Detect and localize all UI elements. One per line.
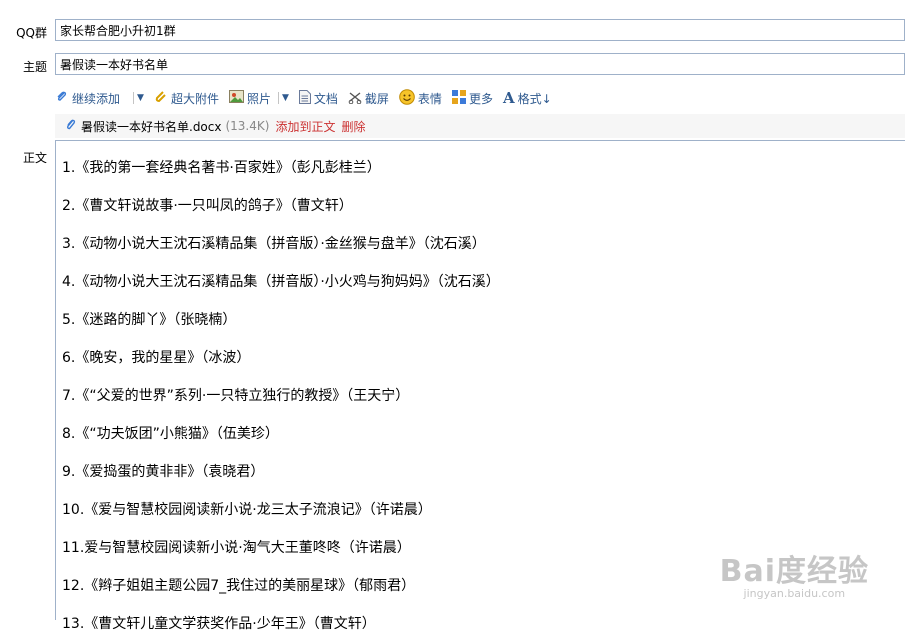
emoticon-label: 表情 [417,91,442,106]
add-attachment-label: 继续添加 [72,91,121,106]
subject-field[interactable] [55,53,905,75]
chevron-down-icon[interactable]: ▼ [137,93,144,103]
document-icon [298,89,311,107]
list-item: 5.《迷路的脚丫》（张晓楠） [62,312,237,328]
more-button[interactable]: 更多 [451,89,493,107]
paperclip-icon [55,90,69,107]
list-item: 7.《“父爱的世界”系列·一只特立独行的教授》（王天宁） [62,388,410,404]
subject-input[interactable] [56,54,904,74]
emoticon-icon [399,88,415,108]
add-to-body-link[interactable]: 添加到正文 [275,118,335,135]
qq-group-input[interactable] [56,20,904,40]
list-item: 12.《辫子姐姐主题公园7_我住过的美丽星球》（郁雨君） [62,578,416,594]
chevron-down-icon[interactable]: ▼ [282,93,289,103]
message-body-editor[interactable]: 1.《我的第一套经典名著书·百家姓》（彭凡彭桂兰） 2.《曹文轩说故事·一只叫凤… [55,140,905,632]
format-icon: A [502,89,515,107]
book-list: 1.《我的第一套经典名著书·百家姓》（彭凡彭桂兰） 2.《曹文轩说故事·一只叫凤… [56,141,905,643]
screenshot-icon [348,90,362,107]
list-item: 6.《晚安，我的星星》（冰波） [62,350,251,366]
list-item: 4.《动物小说大王沈石溪精品集（拼音版）·小火鸡与狗妈妈》（沈石溪） [62,274,500,290]
photo-icon [228,90,244,106]
more-icon [451,89,466,107]
toolbar-divider [277,92,279,104]
format-label: 格式↓ [517,91,552,106]
list-item: 8.《“功夫饭团”小熊猫》（伍美珍） [62,426,279,442]
screenshot-label: 截屏 [364,91,389,106]
subject-label: 主题 [22,60,47,74]
emoticon-button[interactable]: 表情 [399,88,442,108]
qq-group-label: QQ群 [16,26,47,40]
list-item: 3.《动物小说大王沈石溪精品集（拼音版）·金丝猴与盘羊》（沈石溪） [62,236,486,252]
list-item: 2.《曹文轩说故事·一只叫凤的鸽子》（曹文轩） [62,198,353,214]
body-label: 正文 [22,151,47,165]
list-item: 10.《爱与智慧校园阅读新小说·龙三太子流浪记》（许诺晨） [62,502,432,518]
screenshot-button[interactable]: 截屏 [348,90,389,107]
toolbar-divider [133,92,135,104]
more-label: 更多 [468,91,493,106]
large-attachment-icon [154,90,168,107]
qq-group-field[interactable] [55,19,905,41]
list-item: 13.《曹文轩儿童文学获奖作品·少年王》（曹文轩） [62,616,376,632]
attachment-bar: 暑假读一本好书名单.docx (13.4K) 添加到正文 删除 [55,114,905,138]
list-item: 1.《我的第一套经典名著书·百家姓》（彭凡彭桂兰） [62,160,381,176]
large-attachment-label: 超大附件 [170,91,219,106]
photo-label: 照片 [246,91,271,106]
format-button[interactable]: A 格式↓ [503,89,552,107]
attachment-size: (13.4K) [225,119,270,133]
list-item: 9.《爱捣蛋的黄非非》（袁晓君） [62,464,265,480]
paperclip-icon [65,118,77,135]
document-label: 文档 [313,91,338,106]
photo-button[interactable]: 照片 [228,90,271,107]
document-button[interactable]: 文档 [298,89,338,107]
compose-toolbar: 继续添加 ▼ 超大附件 照片 ▼ 文档 截屏 表情 更多 A 格式↓ [55,86,562,110]
large-attachment-button[interactable]: 超大附件 [154,90,219,107]
add-attachment-button[interactable]: 继续添加 [55,90,120,107]
delete-attachment-link[interactable]: 删除 [341,118,365,135]
list-item: 11.爱与智慧校园阅读新小说·淘气大王董咚咚（许诺晨） [62,540,411,556]
attachment-filename[interactable]: 暑假读一本好书名单.docx [81,118,221,135]
